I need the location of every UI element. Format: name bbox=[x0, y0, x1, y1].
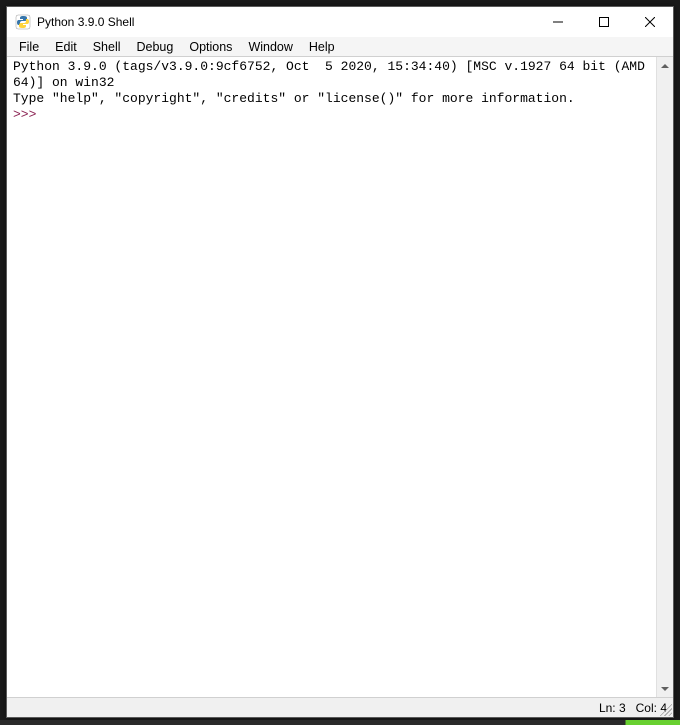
menubar: File Edit Shell Debug Options Window Hel… bbox=[7, 37, 673, 57]
maximize-button[interactable] bbox=[581, 7, 627, 37]
window-controls bbox=[535, 7, 673, 37]
cursor-position: Ln: 3 Col: 4 bbox=[599, 701, 667, 715]
menu-debug[interactable]: Debug bbox=[129, 39, 182, 55]
banner-line-2: Type "help", "copyright", "credits" or "… bbox=[13, 91, 575, 106]
menu-shell[interactable]: Shell bbox=[85, 39, 129, 55]
window-title: Python 3.9.0 Shell bbox=[37, 15, 535, 29]
shell-prompt: >>> bbox=[13, 107, 44, 122]
scroll-down-arrow[interactable] bbox=[657, 680, 673, 697]
scroll-track[interactable] bbox=[657, 74, 673, 680]
menu-edit[interactable]: Edit bbox=[47, 39, 85, 55]
banner-line-1: Python 3.9.0 (tags/v3.9.0:9cf6752, Oct 5… bbox=[13, 59, 645, 90]
python-app-icon bbox=[15, 14, 31, 30]
scroll-up-arrow[interactable] bbox=[657, 57, 673, 74]
menu-file[interactable]: File bbox=[11, 39, 47, 55]
shell-text-area[interactable]: Python 3.9.0 (tags/v3.9.0:9cf6752, Oct 5… bbox=[7, 57, 656, 697]
vertical-scrollbar[interactable] bbox=[656, 57, 673, 697]
menu-window[interactable]: Window bbox=[240, 39, 300, 55]
taskbar-edge bbox=[0, 720, 680, 725]
close-button[interactable] bbox=[627, 7, 673, 37]
minimize-button[interactable] bbox=[535, 7, 581, 37]
idle-shell-window: Python 3.9.0 Shell File Edit Shell Debug… bbox=[6, 6, 674, 718]
menu-options[interactable]: Options bbox=[181, 39, 240, 55]
titlebar[interactable]: Python 3.9.0 Shell bbox=[7, 7, 673, 37]
editor-area: Python 3.9.0 (tags/v3.9.0:9cf6752, Oct 5… bbox=[7, 57, 673, 697]
desktop-background: Python 3.9.0 Shell File Edit Shell Debug… bbox=[0, 0, 680, 725]
statusbar: Ln: 3 Col: 4 bbox=[7, 697, 673, 717]
menu-help[interactable]: Help bbox=[301, 39, 343, 55]
